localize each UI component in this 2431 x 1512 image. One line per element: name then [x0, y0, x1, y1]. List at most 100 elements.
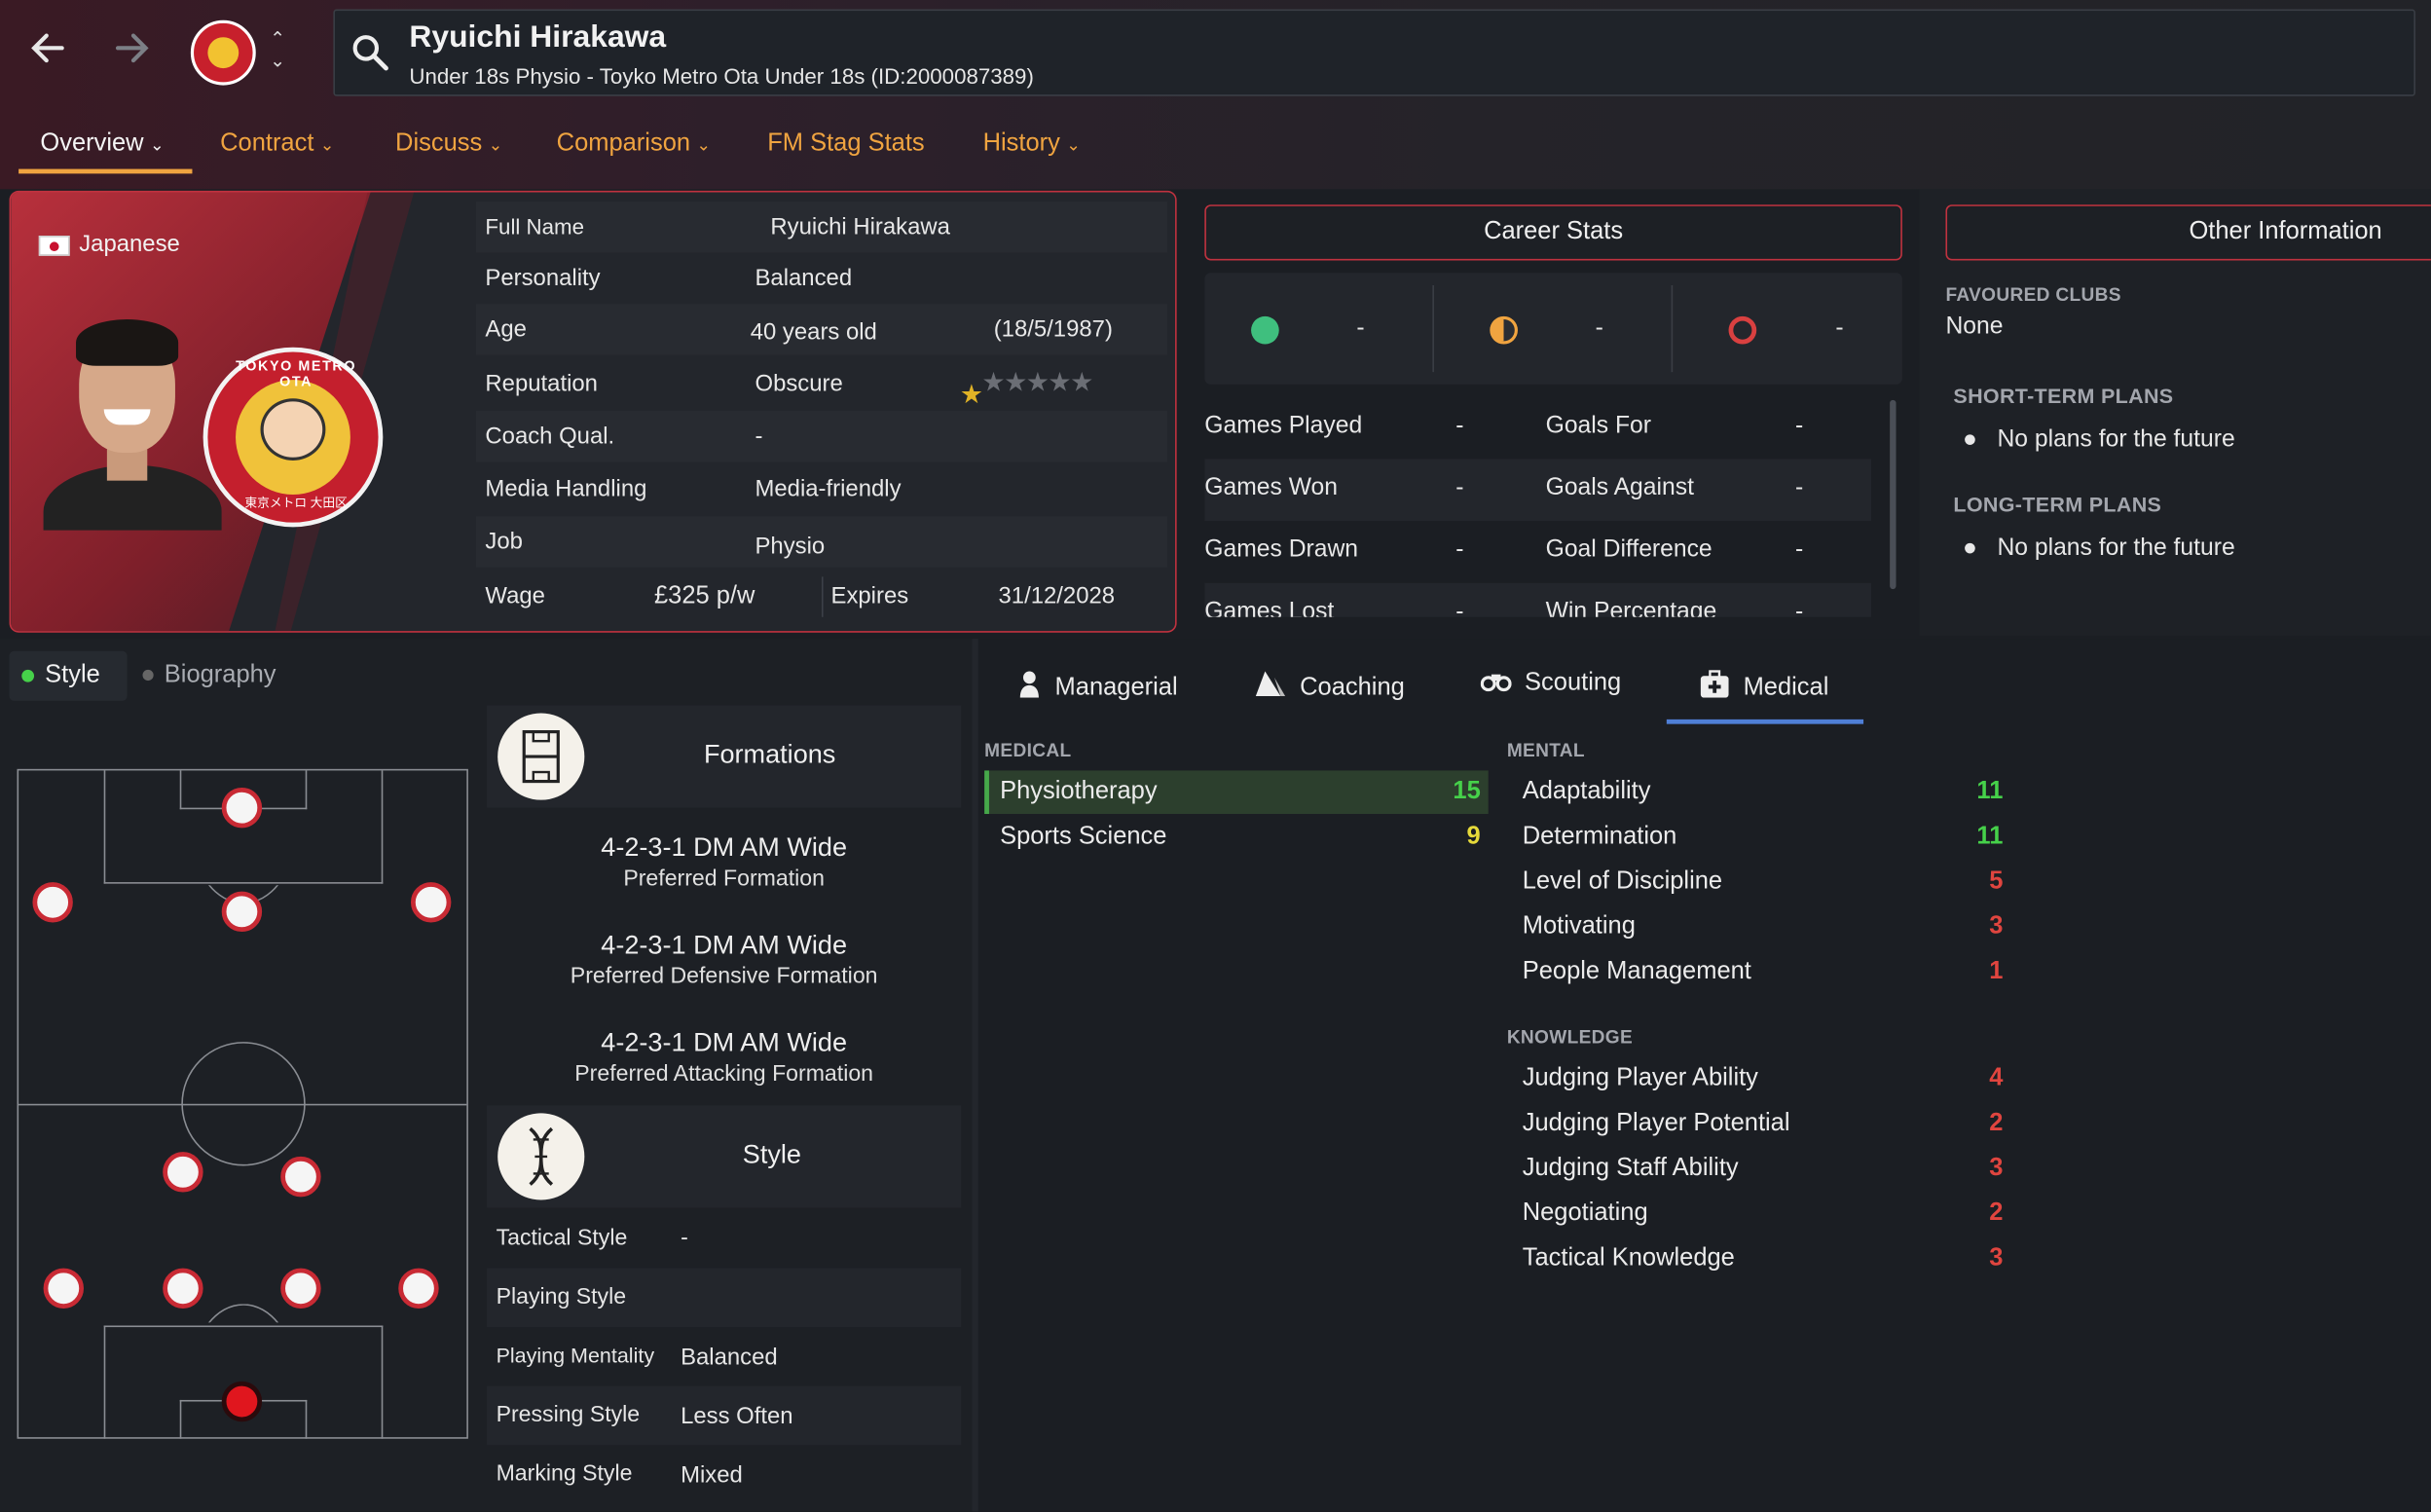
player-position-st	[221, 787, 263, 829]
tab-coaching[interactable]: Coaching	[1253, 670, 1405, 706]
attribute-name: Tactical Knowledge	[1522, 1244, 1735, 1272]
chevron-up-down-icon[interactable]: ⌃ ⌄	[270, 28, 285, 72]
club-logo-text: TOKYO METRO OTA	[236, 357, 357, 389]
career-stats-button[interactable]: Career Stats	[1204, 204, 1902, 261]
label: Marking Style	[496, 1461, 633, 1488]
binoculars-icon	[1480, 670, 1512, 699]
club-badge-small[interactable]	[190, 19, 256, 86]
tab-comparison[interactable]: Comparison ⌄	[557, 130, 711, 159]
medical-kit-icon	[1699, 670, 1730, 706]
club-logo-text-jp: 東京メトロ 大田区	[244, 496, 348, 510]
formation-desc: Preferred Formation	[623, 867, 825, 892]
chevron-down-icon: ⌄	[696, 136, 712, 156]
attribute-value: 5	[1989, 867, 2004, 895]
tab-label: Style	[45, 661, 100, 689]
cone-icon	[1253, 670, 1287, 706]
loss-icon	[1728, 315, 1757, 345]
favoured-clubs-label: FAVOURED CLUBS	[1945, 283, 2121, 306]
career-stats-list: Games Played - Goals For - Games Won - G…	[1204, 400, 1887, 617]
style-row-mentality: Playing Mentality Balanced	[487, 1327, 961, 1386]
pitch-icon	[497, 713, 585, 800]
label: Job	[485, 529, 523, 556]
value: Mixed	[681, 1461, 743, 1489]
stat-label: Games Drawn	[1204, 535, 1359, 564]
attribute-name: Physiotherapy	[1000, 778, 1158, 805]
style-row-tactical: Tactical Style -	[487, 1209, 961, 1269]
tab-discuss[interactable]: Discuss ⌄	[395, 130, 502, 159]
short-term-plan-item: ● No plans for the future	[1962, 425, 2235, 453]
info-row-full-name: Full Name Ryuichi Hirakawa	[475, 202, 1168, 253]
chevron-down-icon: ⌄	[488, 136, 503, 156]
japan-flag-icon	[38, 236, 70, 256]
arrow-right-icon[interactable]	[112, 28, 152, 78]
draws-value: -	[1595, 314, 1603, 342]
info-row-media-handling: Media Handling Media-friendly	[476, 463, 1167, 515]
attribute-name: Motivating	[1522, 912, 1636, 940]
tab-scouting[interactable]: Scouting	[1480, 670, 1621, 699]
stat-label: Games Played	[1204, 412, 1363, 439]
tab-contract[interactable]: Contract ⌄	[220, 130, 334, 159]
search-bar[interactable]: Ryuichi Hirakawa Under 18s Physio - Toyk…	[333, 9, 2415, 96]
attribute-value: 2	[1989, 1110, 2004, 1137]
stat-label: Goals For	[1545, 412, 1652, 439]
stat-value: -	[1455, 535, 1464, 564]
formation-desc: Preferred Defensive Formation	[570, 964, 878, 989]
tab-overview[interactable]: Overview ⌄	[40, 130, 164, 159]
attribute-value: 9	[1466, 823, 1481, 850]
tab-label: Biography	[164, 661, 276, 689]
stat-value: -	[1455, 412, 1464, 439]
draw-icon	[1490, 315, 1518, 345]
tab-managerial[interactable]: Managerial	[1017, 670, 1178, 706]
value: Less Often	[681, 1403, 793, 1430]
player-position-amr	[410, 882, 452, 923]
stat-label: Goal Difference	[1545, 535, 1713, 564]
attribute-name: Judging Staff Ability	[1522, 1155, 1739, 1182]
header-bar: ⌃ ⌄ Ryuichi Hirakawa Under 18s Physio - T…	[0, 0, 2431, 190]
staff-name: Ryuichi Hirakawa	[409, 19, 667, 55]
expires-label: Expires	[830, 582, 909, 609]
tab-style[interactable]: Style	[9, 650, 128, 701]
career-scrollbar[interactable]	[1890, 399, 1897, 590]
career-summary: - - -	[1204, 273, 1902, 385]
attribute-name: Determination	[1522, 823, 1677, 850]
value: -	[681, 1226, 688, 1252]
value: Media-friendly	[755, 475, 902, 502]
player-position-dmcr	[280, 1156, 321, 1198]
stat-value: -	[1794, 598, 1804, 617]
player-position-dcl	[163, 1268, 203, 1309]
label: Playing Mentality	[496, 1344, 655, 1368]
attribute-value: 4	[1989, 1064, 2004, 1092]
search-icon[interactable]	[350, 32, 390, 80]
label: Wage	[485, 582, 545, 609]
attribute-value: 3	[1989, 1244, 2004, 1272]
label: Pressing Style	[496, 1403, 641, 1428]
label: Playing Style	[496, 1285, 627, 1310]
attribute-value: 1	[1989, 958, 2004, 985]
style-row-pressing: Pressing Style Less Often	[487, 1385, 962, 1446]
tab-medical[interactable]: Medical	[1699, 670, 1828, 706]
reputation-stars: ★★★★★★	[959, 367, 1094, 410]
stat-value: -	[1455, 474, 1464, 501]
favoured-clubs-value: None	[1945, 313, 2004, 340]
attribute-name: Level of Discipline	[1522, 867, 1723, 895]
label: Full Name	[485, 213, 585, 240]
attribute-value: 3	[1989, 912, 2004, 940]
chevron-down-icon: ⌄	[149, 136, 165, 156]
player-position-dcr	[280, 1268, 321, 1309]
value: 40 years old	[750, 319, 877, 347]
label: Age	[485, 315, 527, 343]
label: Tactical Style	[496, 1226, 628, 1252]
attribute-name: Negotiating	[1522, 1199, 1648, 1227]
formation-pitch	[17, 768, 468, 1439]
arrow-left-icon[interactable]	[28, 28, 68, 78]
formation-item: 4-2-3-1 DM AM Wide Preferred Defensive F…	[487, 930, 961, 989]
active-tab-indicator	[18, 168, 193, 174]
player-position-aml	[32, 882, 73, 923]
other-information-button[interactable]: Other Information	[1945, 204, 2431, 261]
tab-history[interactable]: History ⌄	[983, 130, 1081, 159]
info-row-reputation: Reputation Obscure ★★★★★★	[476, 358, 1167, 410]
info-row-job: Job Physio	[475, 516, 1168, 568]
player-position-amc	[221, 891, 263, 933]
tab-fm-stag-stats[interactable]: FM Stag Stats	[767, 130, 924, 159]
formation-name: 4-2-3-1 DM AM Wide	[601, 832, 847, 863]
